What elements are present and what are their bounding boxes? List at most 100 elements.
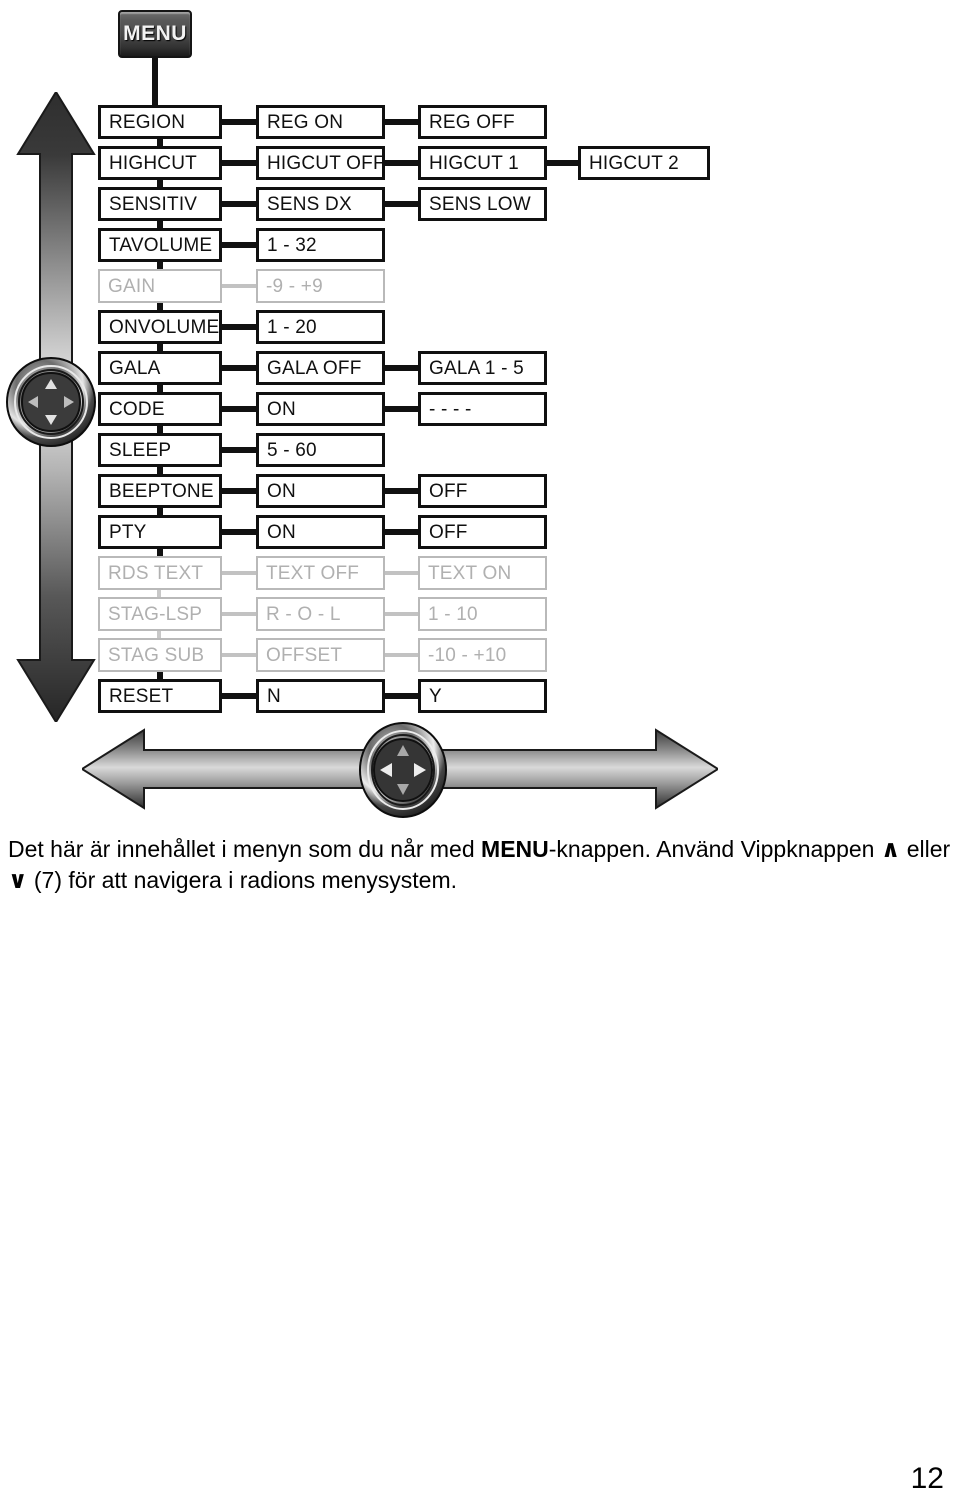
tree-connector-horizontal (222, 365, 256, 371)
menu-option-box[interactable]: HIGCUT 2 (578, 146, 710, 180)
menu-item-box[interactable]: REGION (98, 105, 222, 139)
menu-button-label: MENU (123, 22, 187, 45)
menu-item-label: GAIN (108, 275, 156, 297)
menu-option-label: REG OFF (429, 111, 515, 133)
tree-connector-vertical (157, 590, 161, 597)
tree-connector-horizontal (222, 160, 256, 166)
menu-item-label: RESET (109, 685, 174, 707)
caption-menu-bold: MENU (481, 836, 549, 862)
menu-option-label: OFF (429, 521, 468, 543)
menu-option-box[interactable]: ON (256, 474, 385, 508)
navigation-dpad-left-icon[interactable] (6, 357, 96, 447)
caption-line2-part2: (7) för att navigera i radions menysyste… (27, 867, 457, 893)
chevron-down-icon: ∨ (8, 866, 28, 894)
menu-option-label: Y (429, 685, 442, 707)
menu-item-label: HIGHCUT (109, 152, 197, 174)
menu-option-label: -9 - +9 (266, 275, 323, 297)
menu-option-label: N (267, 685, 281, 707)
menu-item-box[interactable]: RDS TEXT (98, 556, 222, 590)
menu-item-label: SENSITIV (109, 193, 198, 215)
caption-line2-part1: eller (900, 836, 951, 862)
tree-connector-horizontal (222, 693, 256, 699)
tree-connector-vertical (157, 508, 163, 515)
menu-option-label: OFFSET (266, 644, 343, 666)
menu-option-label: GALA 1 - 5 (429, 357, 524, 379)
menu-option-label: 1 - 32 (267, 234, 317, 256)
menu-option-box[interactable]: 1 - 20 (256, 310, 385, 344)
menu-option-label: HIGCUT 1 (429, 152, 519, 174)
menu-option-box[interactable]: ON (256, 392, 385, 426)
tree-connector-horizontal (222, 406, 256, 412)
menu-item-label: ONVOLUME (109, 316, 220, 338)
menu-item-box[interactable]: STAG SUB (98, 638, 222, 672)
menu-option-box[interactable]: HIGCUT 1 (418, 146, 547, 180)
menu-item-box[interactable]: GAIN (98, 269, 222, 303)
menu-option-label: SENS LOW (429, 193, 531, 215)
tree-connector-vertical (157, 344, 163, 351)
menu-item-box[interactable]: RESET (98, 679, 222, 713)
menu-item-box[interactable]: CODE (98, 392, 222, 426)
menu-option-box[interactable]: TEXT ON (418, 556, 547, 590)
menu-option-box[interactable]: 1 - 10 (418, 597, 547, 631)
tree-connector-horizontal (222, 447, 256, 453)
menu-option-label: HIGCUT 2 (589, 152, 679, 174)
menu-option-box[interactable]: GALA 1 - 5 (418, 351, 547, 385)
menu-option-box[interactable]: -9 - +9 (256, 269, 385, 303)
tree-connector-horizontal (385, 365, 418, 371)
menu-item-label: CODE (109, 398, 165, 420)
menu-item-box[interactable]: SLEEP (98, 433, 222, 467)
menu-item-label: TAVOLUME (109, 234, 213, 256)
menu-option-label: -10 - +10 (428, 644, 507, 666)
tree-connector-vertical (157, 549, 163, 556)
menu-option-label: HIGCUT OFF (267, 152, 385, 174)
menu-option-box[interactable]: HIGCUT OFF (256, 146, 385, 180)
menu-option-box[interactable]: SENS LOW (418, 187, 547, 221)
menu-option-box[interactable]: 5 - 60 (256, 433, 385, 467)
menu-option-box[interactable]: SENS DX (256, 187, 385, 221)
menu-item-box[interactable]: STAG-LSP (98, 597, 222, 631)
tree-connector-vertical (157, 221, 163, 228)
menu-option-label: ON (267, 521, 296, 543)
tree-connector-horizontal (385, 160, 418, 166)
menu-option-box[interactable]: R - O - L (256, 597, 385, 631)
menu-option-label: TEXT ON (428, 562, 512, 584)
menu-option-box[interactable]: OFFSET (256, 638, 385, 672)
menu-option-box[interactable]: OFF (418, 474, 547, 508)
tree-connector-vertical (157, 631, 161, 638)
menu-option-box[interactable]: -10 - +10 (418, 638, 547, 672)
navigation-dpad-bottom-icon[interactable] (359, 722, 447, 818)
menu-item-box[interactable]: PTY (98, 515, 222, 549)
menu-option-box[interactable]: Y (418, 679, 547, 713)
menu-item-box[interactable]: SENSITIV (98, 187, 222, 221)
menu-item-box[interactable]: GALA (98, 351, 222, 385)
tree-connector-horizontal (222, 242, 256, 248)
tree-connector-horizontal (222, 488, 256, 494)
menu-option-label: R - O - L (266, 603, 341, 625)
menu-item-box[interactable]: ONVOLUME (98, 310, 222, 344)
tree-connector-horizontal (385, 201, 418, 207)
menu-option-box[interactable]: REG ON (256, 105, 385, 139)
tree-connector-horizontal (222, 201, 256, 207)
menu-option-box[interactable]: GALA OFF (256, 351, 385, 385)
menu-button[interactable]: MENU (118, 10, 192, 58)
menu-option-box[interactable]: N (256, 679, 385, 713)
tree-connector-horizontal (222, 529, 256, 535)
menu-stem-connector (152, 58, 158, 107)
chevron-up-icon: ∧ (880, 835, 901, 863)
menu-item-box[interactable]: HIGHCUT (98, 146, 222, 180)
menu-option-box[interactable]: TEXT OFF (256, 556, 385, 590)
menu-option-box[interactable]: 1 - 32 (256, 228, 385, 262)
caption: Det här är innehållet i menyn som du når… (8, 834, 952, 896)
menu-option-box[interactable]: - - - - (418, 392, 547, 426)
tree-connector-horizontal (385, 653, 418, 657)
tree-connector-horizontal (385, 119, 418, 125)
menu-option-box[interactable]: ON (256, 515, 385, 549)
menu-option-box[interactable]: REG OFF (418, 105, 547, 139)
tree-connector-horizontal (547, 160, 578, 166)
menu-item-box[interactable]: BEEPTONE (98, 474, 222, 508)
tree-connector-horizontal (222, 324, 256, 330)
caption-line1-part1: Det här är innehållet i menyn som du når… (8, 836, 482, 862)
menu-option-label: 1 - 10 (428, 603, 478, 625)
menu-option-box[interactable]: OFF (418, 515, 547, 549)
menu-item-box[interactable]: TAVOLUME (98, 228, 222, 262)
